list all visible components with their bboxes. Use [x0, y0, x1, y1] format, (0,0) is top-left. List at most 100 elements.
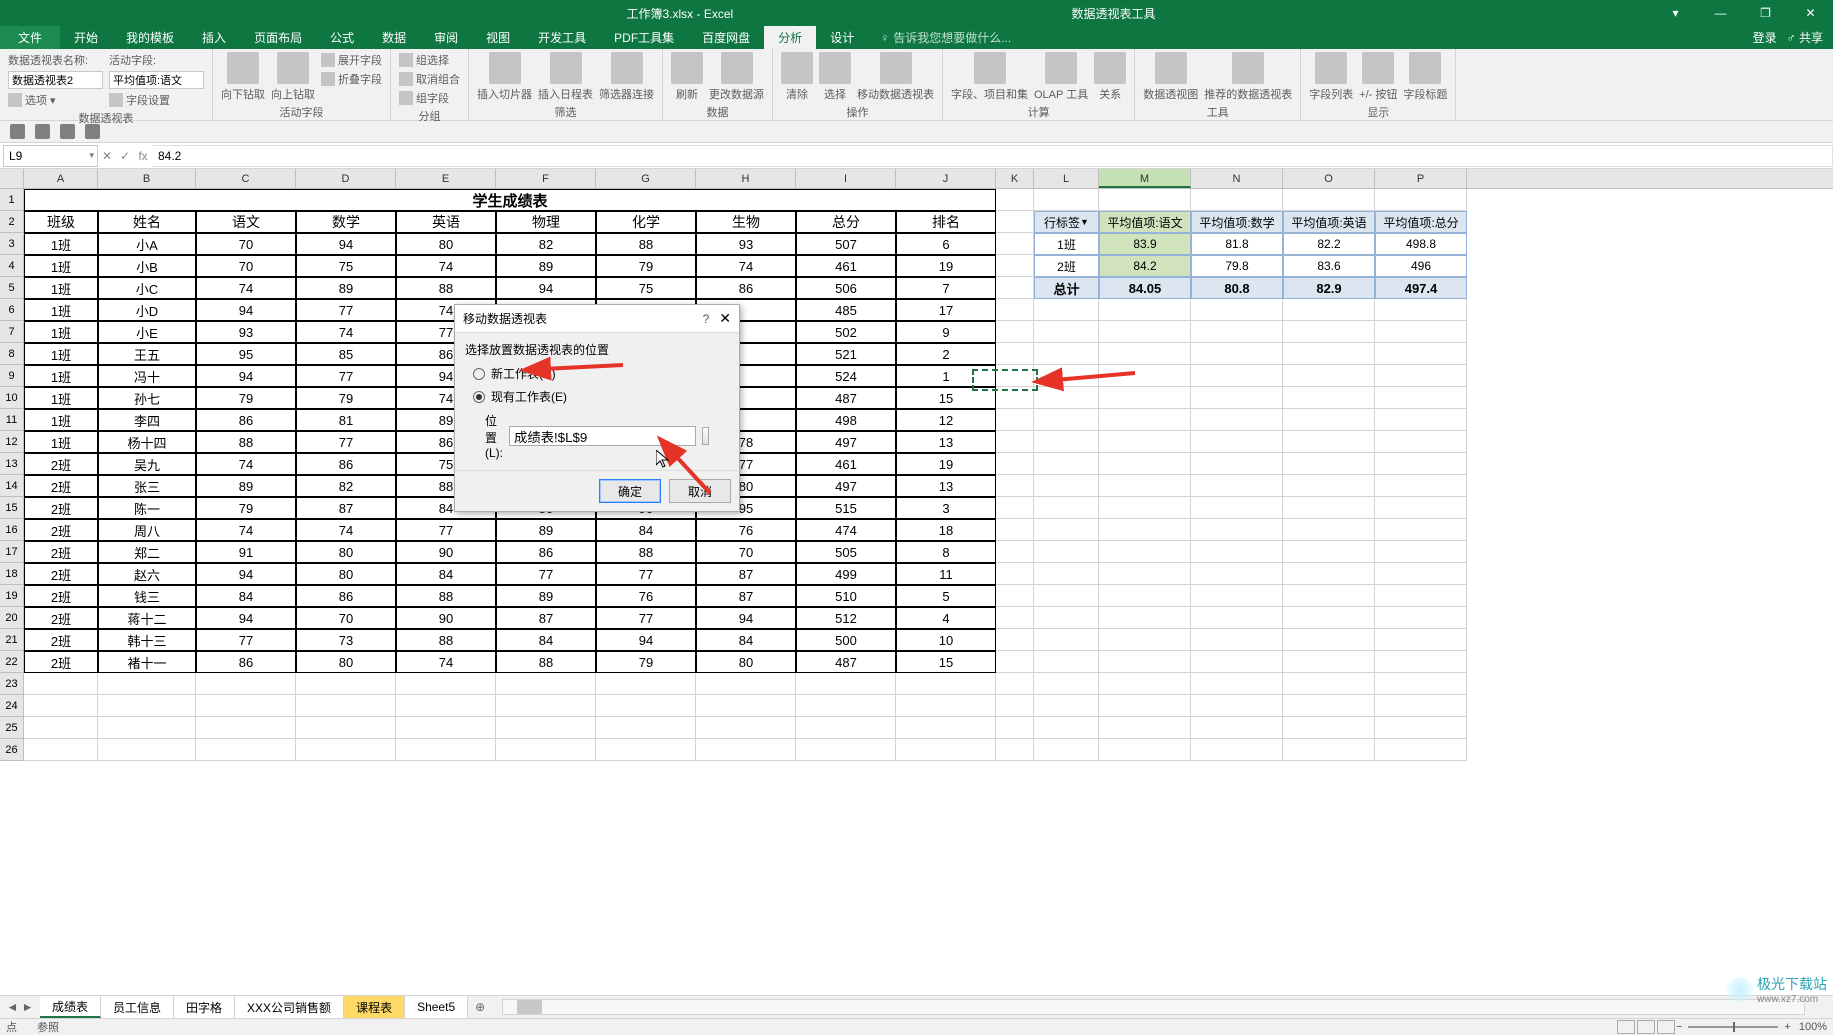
cell[interactable]: 88	[596, 233, 696, 255]
cell[interactable]	[1375, 629, 1467, 651]
cell[interactable]: 88	[196, 431, 296, 453]
cell[interactable]: 93	[696, 233, 796, 255]
row-header[interactable]: 9	[0, 365, 24, 387]
close-button[interactable]: ✕	[1788, 0, 1833, 26]
cell[interactable]: 总计	[1034, 277, 1099, 299]
row-header[interactable]: 5	[0, 277, 24, 299]
cell[interactable]: 2班	[24, 541, 98, 563]
cell[interactable]	[1191, 717, 1283, 739]
horizontal-scrollbar[interactable]	[502, 999, 1805, 1015]
cell[interactable]: 15	[896, 651, 996, 673]
cell[interactable]	[996, 277, 1034, 299]
cell[interactable]: 77	[396, 519, 496, 541]
cell[interactable]: 76	[596, 585, 696, 607]
filter-connections-button[interactable]: 筛选器连接	[599, 52, 654, 102]
cell[interactable]: 89	[196, 475, 296, 497]
cell[interactable]	[1283, 365, 1375, 387]
cell[interactable]	[996, 211, 1034, 233]
zoom-in-button[interactable]: +	[1784, 1021, 1790, 1033]
cell[interactable]: 79	[196, 497, 296, 519]
cell[interactable]	[1034, 585, 1099, 607]
cell[interactable]: 王五	[98, 343, 196, 365]
cell[interactable]: 88	[396, 629, 496, 651]
cell[interactable]	[1283, 717, 1375, 739]
cell[interactable]: 6	[896, 233, 996, 255]
cell[interactable]: 吴九	[98, 453, 196, 475]
cell[interactable]: 80	[396, 233, 496, 255]
cell[interactable]: 郑二	[98, 541, 196, 563]
cell[interactable]	[24, 717, 98, 739]
sheet-tab[interactable]: 成绩表	[40, 996, 101, 1018]
cell[interactable]: 80.8	[1191, 277, 1283, 299]
tab-design[interactable]: 设计	[816, 26, 868, 49]
col-header[interactable]: O	[1283, 169, 1375, 188]
cell[interactable]	[1191, 365, 1283, 387]
col-header[interactable]: J	[896, 169, 996, 188]
cell[interactable]	[1283, 343, 1375, 365]
cell[interactable]	[1375, 563, 1467, 585]
cell[interactable]	[296, 673, 396, 695]
cell[interactable]	[1099, 585, 1191, 607]
cell[interactable]	[996, 739, 1034, 761]
cell[interactable]: 19	[896, 255, 996, 277]
tab-insert[interactable]: 插入	[188, 26, 240, 49]
cell[interactable]: 498	[796, 409, 896, 431]
cell[interactable]	[196, 717, 296, 739]
cell[interactable]: 95	[196, 343, 296, 365]
cell[interactable]: 487	[796, 651, 896, 673]
cell[interactable]: 80	[296, 563, 396, 585]
cell[interactable]	[1283, 497, 1375, 519]
cell[interactable]: 80	[696, 651, 796, 673]
cell[interactable]	[1283, 651, 1375, 673]
cell[interactable]	[1375, 365, 1467, 387]
cell[interactable]: 70	[696, 541, 796, 563]
cell[interactable]: 韩十三	[98, 629, 196, 651]
cell[interactable]: 521	[796, 343, 896, 365]
cell[interactable]: 89	[496, 585, 596, 607]
cell[interactable]: 90	[396, 607, 496, 629]
cell[interactable]: 学生成绩表	[24, 189, 996, 211]
cell[interactable]: 周八	[98, 519, 196, 541]
cell[interactable]: 赵六	[98, 563, 196, 585]
cell[interactable]: 89	[296, 277, 396, 299]
cell[interactable]: 数学	[296, 211, 396, 233]
cell[interactable]	[1283, 475, 1375, 497]
cell[interactable]	[1034, 343, 1099, 365]
cell[interactable]	[1099, 607, 1191, 629]
cell[interactable]	[24, 695, 98, 717]
cell[interactable]	[1375, 299, 1467, 321]
cell[interactable]	[896, 695, 996, 717]
cell[interactable]	[1099, 475, 1191, 497]
cell[interactable]: 陈一	[98, 497, 196, 519]
fields-items-button[interactable]: 字段、项目和集	[951, 52, 1028, 102]
select-button[interactable]: 选择	[819, 52, 851, 102]
cell[interactable]	[996, 299, 1034, 321]
cell[interactable]	[98, 695, 196, 717]
ungroup-button[interactable]: 取消组合	[399, 71, 460, 87]
cell[interactable]: 张三	[98, 475, 196, 497]
cell[interactable]	[1191, 519, 1283, 541]
cell[interactable]: 505	[796, 541, 896, 563]
cell[interactable]: 1班	[1034, 233, 1099, 255]
ok-button[interactable]: 确定	[599, 479, 661, 503]
cell[interactable]	[1283, 299, 1375, 321]
cell[interactable]: 语文	[196, 211, 296, 233]
tab-formulas[interactable]: 公式	[316, 26, 368, 49]
cell[interactable]: 512	[796, 607, 896, 629]
cell[interactable]: 2班	[24, 607, 98, 629]
sheet-tab[interactable]: 课程表	[344, 996, 405, 1018]
cell[interactable]: 86	[196, 409, 296, 431]
dialog-help-button[interactable]: ?	[703, 312, 710, 326]
cell[interactable]: 93	[196, 321, 296, 343]
cell[interactable]: 英语	[396, 211, 496, 233]
cell[interactable]	[1099, 299, 1191, 321]
cell[interactable]	[996, 629, 1034, 651]
cell[interactable]	[98, 717, 196, 739]
cell[interactable]	[996, 431, 1034, 453]
cell[interactable]: 86	[196, 651, 296, 673]
cell[interactable]	[1191, 431, 1283, 453]
cell[interactable]: 17	[896, 299, 996, 321]
cell[interactable]: 507	[796, 233, 896, 255]
cell[interactable]	[1283, 321, 1375, 343]
col-header[interactable]: K	[996, 169, 1034, 188]
